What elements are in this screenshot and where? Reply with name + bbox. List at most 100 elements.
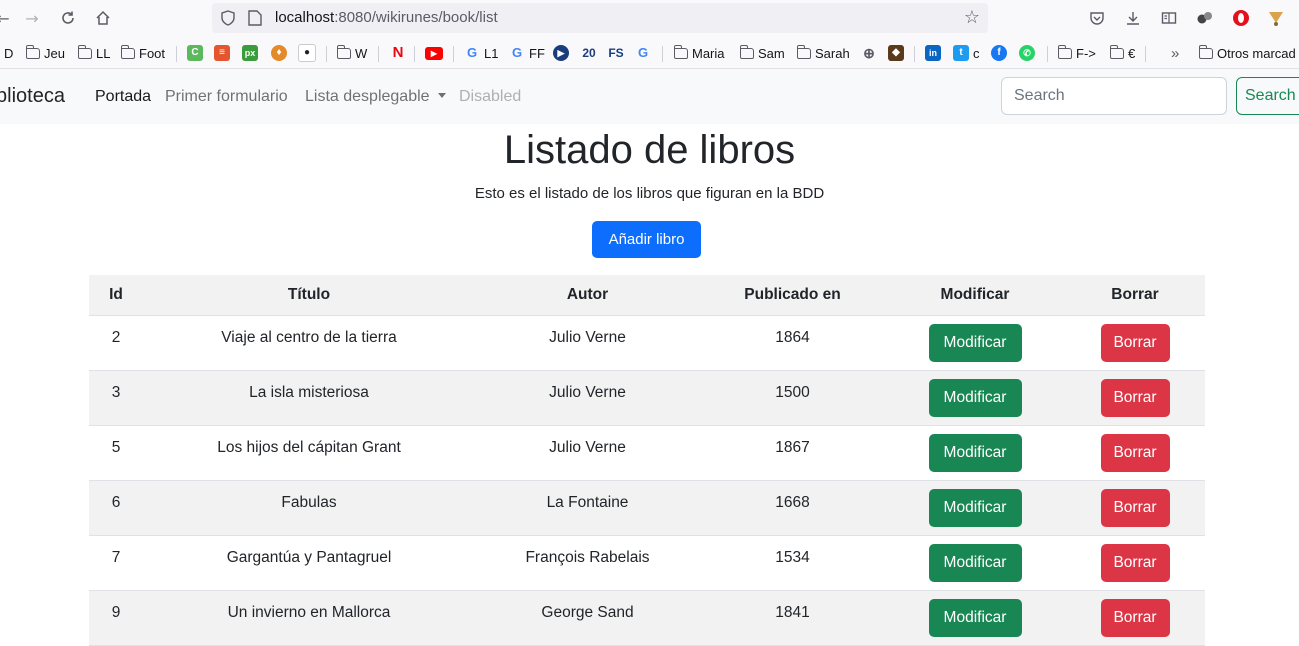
bookmark-google-l1[interactable]: G L1 bbox=[464, 44, 499, 62]
cell-publicado: 1668 bbox=[775, 493, 810, 511]
linkedin-favicon-icon: in bbox=[925, 45, 941, 61]
cell-publicado: 1534 bbox=[775, 548, 810, 566]
delete-button[interactable]: Borrar bbox=[1100, 378, 1170, 417]
bookmark-favicon-fs[interactable]: FS bbox=[607, 44, 625, 62]
bookmark-folder-sam[interactable]: Sam bbox=[739, 44, 785, 62]
bookmark-folder-w[interactable]: W bbox=[336, 44, 367, 62]
page-icon[interactable] bbox=[248, 10, 262, 26]
delete-button[interactable]: Borrar bbox=[1100, 543, 1170, 582]
fox-extension-icon[interactable] bbox=[1266, 8, 1286, 28]
download-icon[interactable] bbox=[1123, 8, 1143, 28]
bookmark-favicon-linkedin[interactable]: in bbox=[925, 44, 941, 62]
cell-autor: George Sand bbox=[541, 603, 634, 621]
bookmark-separator bbox=[176, 46, 177, 62]
home-icon[interactable] bbox=[92, 7, 114, 29]
bookmark-favicon-px[interactable]: px bbox=[242, 44, 258, 62]
delete-button[interactable]: Borrar bbox=[1100, 433, 1170, 472]
cell-id: 6 bbox=[111, 493, 121, 511]
bookmark-favicon-flame[interactable]: ♦ bbox=[271, 44, 287, 62]
bookmark-favicon-whatsapp[interactable]: ✆ bbox=[1019, 44, 1035, 62]
add-book-button[interactable]: Añadir libro bbox=[592, 221, 701, 258]
bookmark-item[interactable]: D bbox=[4, 44, 13, 62]
search-button[interactable]: Search bbox=[1236, 77, 1299, 115]
whatsapp-favicon-icon: ✆ bbox=[1019, 45, 1035, 61]
bookmark-separator bbox=[662, 46, 663, 62]
bookmark-favicon-c[interactable]: C bbox=[187, 44, 203, 62]
google-favicon-icon: G bbox=[637, 45, 649, 60]
modify-button[interactable]: Modificar bbox=[928, 433, 1022, 472]
cell-autor: La Fontaine bbox=[546, 493, 629, 511]
url-bar[interactable]: localhost:8080/wikirunes/book/list ☆ bbox=[212, 3, 988, 33]
px-favicon-icon: px bbox=[242, 45, 258, 61]
header-publicado: Publicado en bbox=[700, 275, 885, 316]
bookmark-favicon-play[interactable]: ▶ bbox=[553, 44, 569, 62]
header-titulo: Título bbox=[143, 275, 475, 316]
modify-button[interactable]: Modificar bbox=[928, 323, 1022, 362]
modify-button[interactable]: Modificar bbox=[928, 378, 1022, 417]
reader-view-icon[interactable] bbox=[1159, 8, 1179, 28]
bookmark-favicon-stack[interactable]: ≡ bbox=[214, 44, 230, 62]
bookmark-google-ff[interactable]: G FF bbox=[509, 44, 545, 62]
bookmark-favicon-youtube[interactable]: ▶ bbox=[425, 44, 443, 62]
flame-favicon-icon: ♦ bbox=[271, 45, 287, 61]
20min-favicon-icon: 20 bbox=[582, 46, 596, 60]
search-input[interactable] bbox=[1001, 77, 1227, 115]
navbar-brand[interactable]: blioteca bbox=[0, 85, 65, 108]
table-row: 2 Viaje al centro de la tierra Julio Ver… bbox=[89, 315, 1205, 371]
bookmark-separator bbox=[378, 46, 379, 62]
fs-favicon-icon: FS bbox=[608, 46, 624, 60]
bookmark-favicon-dark[interactable]: ◆ bbox=[888, 44, 904, 62]
dropdown-label: Lista desplegable bbox=[305, 88, 430, 105]
bookmark-folder-euro[interactable]: € bbox=[1109, 44, 1136, 62]
bookmark-separator bbox=[914, 46, 915, 62]
bookmark-label: € bbox=[1128, 45, 1136, 61]
bookmark-favicon-panda[interactable]: ● bbox=[298, 44, 316, 62]
reload-icon[interactable] bbox=[57, 7, 79, 29]
nav-link-portada[interactable]: Portada bbox=[95, 88, 151, 106]
bookmark-favicon-netflix[interactable]: N bbox=[390, 44, 406, 62]
url-text[interactable]: localhost:8080/wikirunes/book/list bbox=[275, 9, 498, 26]
bookmark-folder-maria[interactable]: Maria bbox=[673, 44, 725, 62]
table-row: 5 Los hijos del cápitan Grant Julio Vern… bbox=[89, 425, 1205, 481]
nav-dropdown-lista[interactable]: Lista desplegable bbox=[305, 88, 446, 106]
bookmark-folder-ll[interactable]: LL bbox=[77, 44, 110, 62]
bookmark-favicon-20min[interactable]: 20 bbox=[579, 44, 599, 62]
bookmark-folder-foot[interactable]: Foot bbox=[120, 44, 165, 62]
bookmark-folder-sarah[interactable]: Sarah bbox=[796, 44, 850, 62]
bookmark-label: c bbox=[973, 45, 980, 61]
delete-button[interactable]: Borrar bbox=[1100, 598, 1170, 637]
folder-icon bbox=[77, 44, 92, 59]
bookmark-favicon-google[interactable]: G bbox=[635, 44, 651, 62]
forward-icon[interactable]: → bbox=[21, 7, 43, 29]
modify-button[interactable]: Modificar bbox=[928, 598, 1022, 637]
back-icon[interactable]: ← bbox=[0, 7, 14, 29]
bookmark-folder-jeu[interactable]: Jeu bbox=[25, 44, 65, 62]
caret-down-icon bbox=[437, 93, 446, 98]
opera-extension-icon[interactable] bbox=[1231, 8, 1251, 28]
nav-link-primer-formulario[interactable]: Primer formulario bbox=[165, 88, 288, 106]
delete-button[interactable]: Borrar bbox=[1100, 323, 1170, 362]
cell-id: 7 bbox=[111, 548, 121, 566]
bookmark-star-icon[interactable]: ☆ bbox=[964, 7, 980, 28]
bookmark-folder-otros[interactable]: Otros marcad bbox=[1198, 44, 1296, 62]
bookmark-favicon-globe[interactable]: ⊕ bbox=[861, 44, 877, 62]
pocket-icon[interactable] bbox=[1087, 8, 1107, 28]
cell-titulo: Gargantúa y Pantagruel bbox=[226, 548, 392, 566]
bookmark-label: Jeu bbox=[44, 45, 65, 61]
modify-button[interactable]: Modificar bbox=[928, 543, 1022, 582]
folder-icon bbox=[336, 44, 351, 59]
delete-button[interactable]: Borrar bbox=[1100, 488, 1170, 527]
bookmark-favicon-facebook[interactable]: f bbox=[991, 44, 1007, 62]
folder-icon bbox=[796, 44, 811, 59]
folder-icon bbox=[739, 44, 754, 59]
bookmark-folder-f[interactable]: F-> bbox=[1057, 44, 1096, 62]
chevron-more-icon[interactable]: » bbox=[1171, 44, 1179, 62]
extension-icon[interactable] bbox=[1195, 8, 1215, 28]
url-path: :8080/wikirunes/book/list bbox=[334, 9, 498, 26]
shield-icon[interactable] bbox=[220, 10, 236, 26]
bookmark-label: Sam bbox=[758, 45, 785, 61]
cell-titulo: Los hijos del cápitan Grant bbox=[217, 438, 401, 456]
modify-button[interactable]: Modificar bbox=[928, 488, 1022, 527]
navbar: blioteca Portada Primer formulario Lista… bbox=[0, 69, 1299, 124]
bookmark-twitter-c[interactable]: tc bbox=[953, 44, 980, 62]
